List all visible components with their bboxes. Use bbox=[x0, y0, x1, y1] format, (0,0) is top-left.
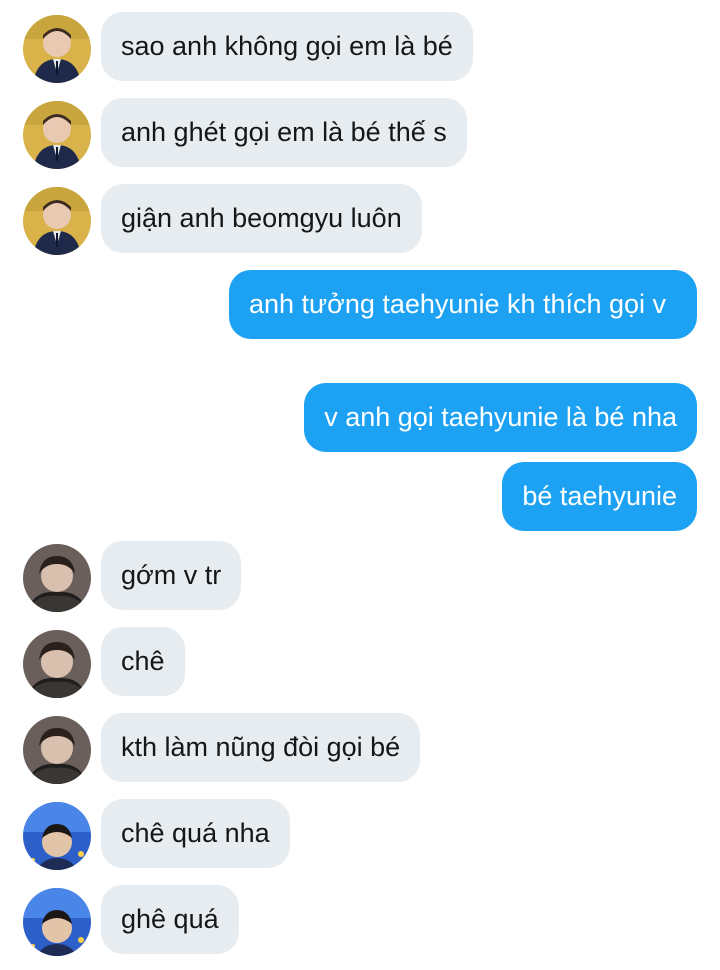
avatar-b-icon[interactable] bbox=[23, 544, 91, 612]
avatar-a-icon[interactable] bbox=[23, 101, 91, 169]
message-bubble-outgoing[interactable]: anh tưởng taehyunie kh thích gọi v bbox=[229, 270, 697, 339]
message-bubble-incoming[interactable]: kth làm nũng đòi gọi bé bbox=[101, 713, 421, 782]
message-bubble-incoming[interactable]: anh ghét gọi em là bé thế s bbox=[101, 98, 467, 167]
avatar-a-icon[interactable] bbox=[23, 187, 91, 255]
message-bubble-incoming[interactable]: chê quá nha bbox=[101, 799, 290, 868]
avatar-a-icon[interactable] bbox=[23, 15, 91, 83]
message-bubble-incoming[interactable]: sao anh không gọi em là bé bbox=[101, 12, 473, 81]
message-bubble-outgoing[interactable]: v anh gọi taehyunie là bé nha bbox=[304, 383, 697, 452]
message-bubble-outgoing[interactable]: bé taehyunie bbox=[502, 462, 697, 531]
avatar-b-icon[interactable] bbox=[23, 630, 91, 698]
message-bubble-incoming[interactable]: giận anh beomgyu luôn bbox=[101, 184, 422, 253]
message-bubble-incoming[interactable]: gớm v tr bbox=[101, 541, 242, 610]
avatar-c-icon[interactable] bbox=[23, 888, 91, 956]
message-bubble-incoming[interactable]: chê bbox=[101, 627, 185, 696]
avatar-c-icon[interactable] bbox=[23, 802, 91, 870]
message-bubble-incoming[interactable]: ghê quá bbox=[101, 885, 239, 954]
avatar-b-icon[interactable] bbox=[23, 716, 91, 784]
